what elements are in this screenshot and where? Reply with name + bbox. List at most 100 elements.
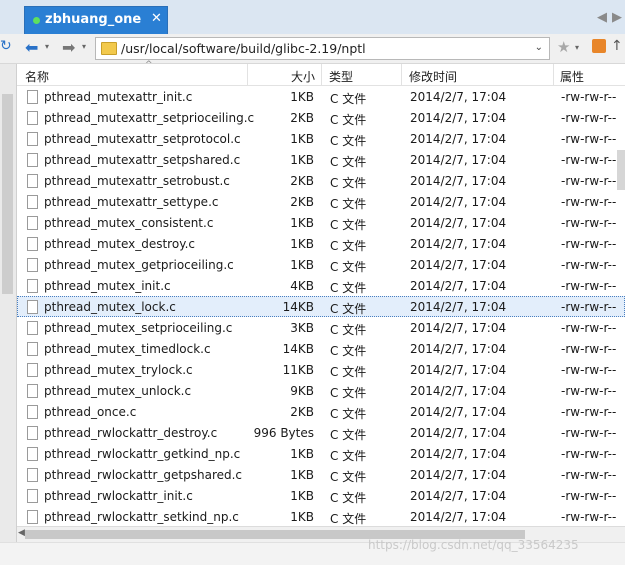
file-row[interactable]: pthread_rwlockattr_getkind_np.c 1KB C 文件 20… (17, 443, 625, 464)
file-attributes: -rw-rw-r-- (561, 237, 617, 251)
scrollbar-thumb[interactable] (2, 94, 13, 294)
file-attributes: -rw-rw-r-- (561, 510, 617, 524)
left-panel-scrollbar[interactable] (0, 64, 17, 542)
file-row[interactable]: pthread_mutexattr_init.c 1KB C 文件 2014/2/7,… (17, 86, 625, 107)
file-type: C 文件 (330, 260, 367, 274)
bookmark-star-icon[interactable]: ★ (557, 38, 570, 56)
file-modified: 2014/2/7, 17:04 (410, 300, 507, 314)
refresh-icon[interactable]: ↻ (0, 38, 12, 54)
file-size: 1KB (290, 468, 314, 482)
folder-icon (101, 42, 117, 55)
file-size: 1KB (290, 153, 314, 167)
tab-scroll-right-icon[interactable]: ▶ (612, 10, 622, 25)
file-modified: 2014/2/7, 17:04 (410, 90, 507, 104)
file-row[interactable]: pthread_mutex_consistent.c 1KB C 文件 2014/2/… (17, 212, 625, 233)
file-row[interactable]: pthread_mutexattr_setpshared.c 1KB C 文件 201… (17, 149, 625, 170)
column-name[interactable]: 名称 (25, 68, 49, 85)
chevron-down-icon[interactable]: ⌄ (535, 42, 543, 53)
file-modified: 2014/2/7, 17:04 (410, 279, 507, 293)
file-type: C 文件 (330, 491, 367, 505)
back-history-dropdown-icon[interactable]: ▾ (45, 42, 49, 51)
tab-title: zbhuang_one (45, 12, 142, 27)
file-row[interactable]: pthread_mutexattr_settype.c 2KB C 文件 2014/2… (17, 191, 625, 212)
column-modified[interactable]: 修改时间 (409, 68, 457, 85)
file-row[interactable]: pthread_mutex_setprioceiling.c 3KB C 文件 201… (17, 317, 625, 338)
file-row[interactable]: pthread_rwlockattr_setkind_np.c 1KB C 文件 20… (17, 506, 625, 526)
c-file-icon (27, 174, 38, 188)
tab-bar: zbhuang_one ✕ ◀ ▶ (0, 0, 625, 34)
forward-history-dropdown-icon[interactable]: ▾ (82, 42, 86, 51)
file-row[interactable]: pthread_mutex_destroy.c 1KB C 文件 2014/2/7, … (17, 233, 625, 254)
close-icon[interactable]: ✕ (151, 11, 162, 26)
tab-scroll-left-icon[interactable]: ◀ (597, 10, 607, 25)
file-row[interactable]: pthread_mutex_timedlock.c 14KB C 文件 2014/2/… (17, 338, 625, 359)
file-row[interactable]: pthread_mutex_unlock.c 9KB C 文件 2014/2/7, 1… (17, 380, 625, 401)
file-attributes: -rw-rw-r-- (561, 468, 617, 482)
file-row[interactable]: pthread_mutexattr_setprioceiling.c 2KB C 文… (17, 107, 625, 128)
column-divider[interactable] (321, 64, 322, 86)
c-file-icon (27, 321, 38, 335)
file-size: 1KB (290, 258, 314, 272)
back-arrow-icon[interactable]: ⬅ (25, 38, 38, 57)
file-size: 2KB (290, 405, 314, 419)
file-name: pthread_rwlockattr_init.c (44, 489, 193, 503)
file-type: C 文件 (330, 323, 367, 337)
file-type: C 文件 (330, 239, 367, 253)
column-attributes[interactable]: 属性 (560, 68, 584, 85)
file-type: C 文件 (330, 512, 367, 526)
file-row[interactable]: pthread_once.c 2KB C 文件 2014/2/7, 17:04 -rw-… (17, 401, 625, 422)
c-file-icon (27, 216, 38, 230)
file-row[interactable]: pthread_mutexattr_setrobust.c 2KB C 文件 2014… (17, 170, 625, 191)
file-row[interactable]: pthread_rwlockattr_destroy.c 996 Bytes C 文… (17, 422, 625, 443)
file-type: C 文件 (330, 428, 367, 442)
file-size: 1KB (290, 237, 314, 251)
up-directory-icon[interactable]: ↑ (611, 38, 623, 54)
scroll-left-icon[interactable]: ◀ (18, 528, 25, 538)
file-attributes: -rw-rw-r-- (561, 153, 617, 167)
file-modified: 2014/2/7, 17:04 (410, 426, 507, 440)
home-icon[interactable] (592, 39, 606, 53)
column-divider[interactable] (247, 64, 248, 86)
column-size[interactable]: 大小 (291, 68, 315, 85)
file-size: 9KB (290, 384, 314, 398)
column-type[interactable]: 类型 (329, 68, 353, 85)
file-name: pthread_mutexattr_setprioceiling.c (44, 111, 255, 125)
file-attributes: -rw-rw-r-- (561, 132, 617, 146)
file-modified: 2014/2/7, 17:04 (410, 447, 507, 461)
bookmark-dropdown-icon[interactable]: ▾ (575, 43, 579, 52)
file-name: pthread_mutex_unlock.c (44, 384, 192, 398)
c-file-icon (27, 363, 38, 377)
file-name: pthread_mutexattr_setprotocol.c (44, 132, 241, 146)
file-row[interactable]: pthread_rwlockattr_getpshared.c 1KB C 文件 20… (17, 464, 625, 485)
c-file-icon (27, 405, 38, 419)
file-attributes: -rw-rw-r-- (561, 447, 617, 461)
file-type: C 文件 (330, 449, 367, 463)
vertical-scrollbar-thumb[interactable] (617, 150, 625, 190)
column-divider[interactable] (553, 64, 554, 86)
file-row[interactable]: pthread_mutex_init.c 4KB C 文件 2014/2/7, 17:… (17, 275, 625, 296)
file-modified: 2014/2/7, 17:04 (410, 258, 507, 272)
file-type: C 文件 (330, 365, 367, 379)
file-row[interactable]: pthread_mutex_lock.c 14KB C 文件 2014/2/7, 17… (17, 296, 625, 317)
forward-arrow-icon[interactable]: ➡ (62, 38, 75, 57)
file-type: C 文件 (330, 470, 367, 484)
file-row[interactable]: pthread_mutexattr_setprotocol.c 1KB C 文件 20… (17, 128, 625, 149)
file-name: pthread_mutexattr_init.c (44, 90, 193, 104)
file-name: pthread_mutexattr_setrobust.c (44, 174, 230, 188)
file-attributes: -rw-rw-r-- (561, 426, 617, 440)
tab-zbhuang-one[interactable]: zbhuang_one ✕ (24, 6, 168, 34)
file-type: C 文件 (330, 155, 367, 169)
c-file-icon (27, 132, 38, 146)
path-input[interactable]: /usr/local/software/build/glibc-2.19/npt… (95, 37, 550, 60)
file-name: pthread_rwlockattr_getpshared.c (44, 468, 243, 482)
file-row[interactable]: pthread_mutex_getprioceiling.c 1KB C 文件 201… (17, 254, 625, 275)
file-row[interactable]: pthread_mutex_trylock.c 11KB C 文件 2014/2/7,… (17, 359, 625, 380)
column-divider[interactable] (401, 64, 402, 86)
file-row[interactable]: pthread_rwlockattr_init.c 1KB C 文件 2014/2/7… (17, 485, 625, 506)
file-size: 1KB (290, 216, 314, 230)
file-list: pthread_mutexattr_init.c 1KB C 文件 2014/2/7,… (17, 86, 625, 526)
file-attributes: -rw-rw-r-- (561, 363, 617, 377)
file-name: pthread_rwlockattr_getkind_np.c (44, 447, 241, 461)
file-size: 2KB (290, 195, 314, 209)
file-modified: 2014/2/7, 17:04 (410, 111, 507, 125)
